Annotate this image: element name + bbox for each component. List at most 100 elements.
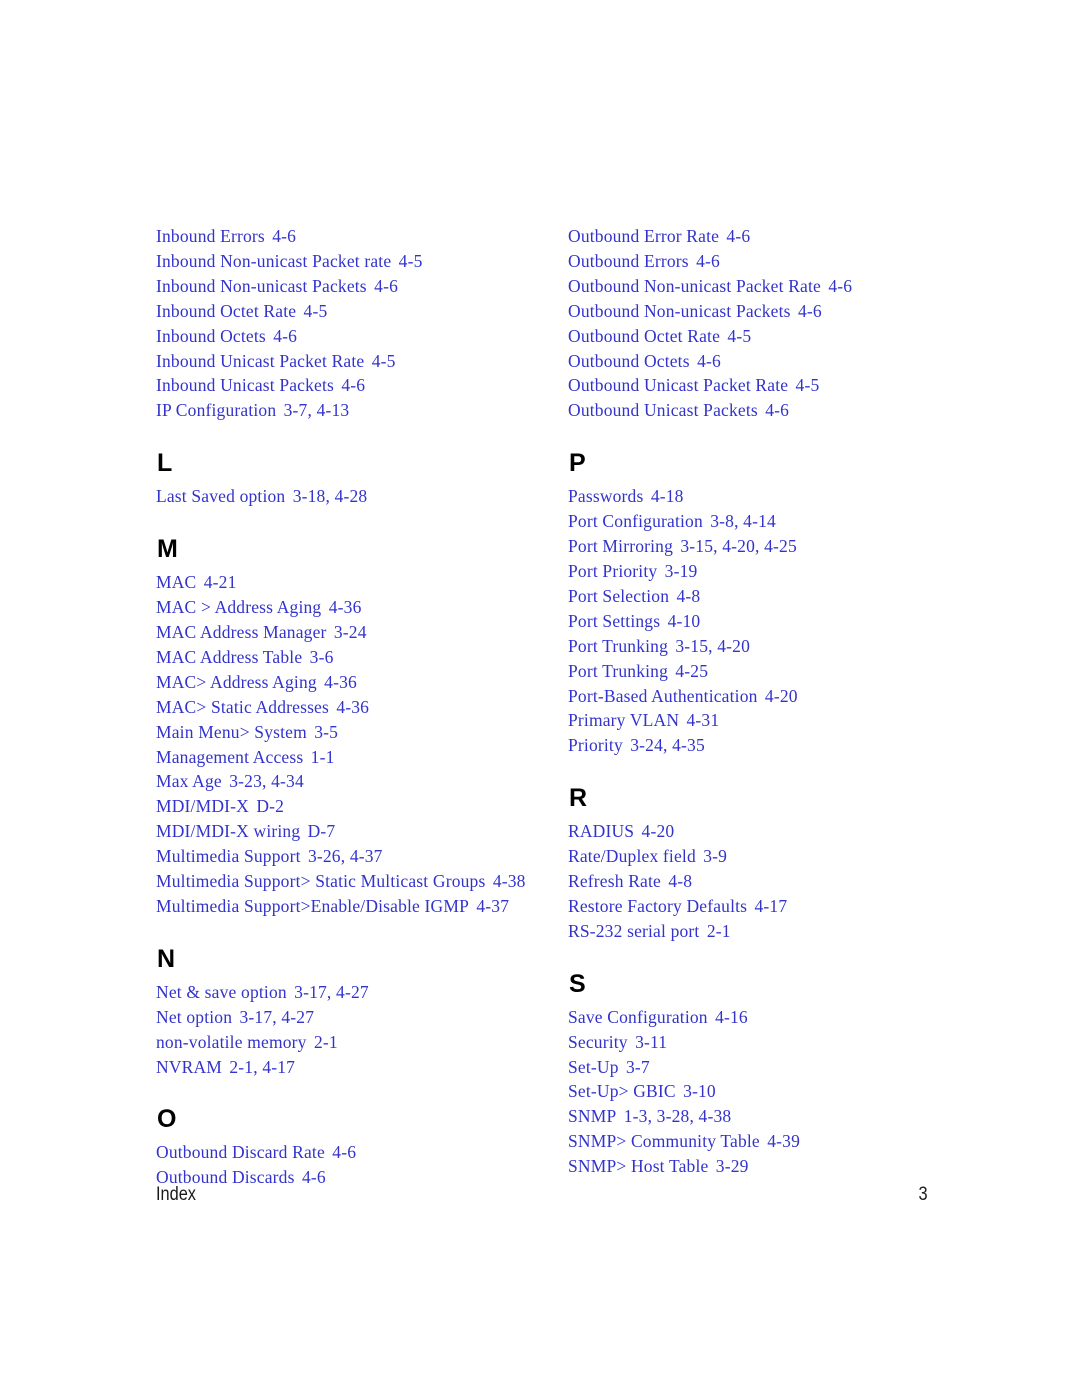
index-entry-locator: 4-6 xyxy=(374,275,398,296)
index-entry-locator: 4-8 xyxy=(668,871,693,892)
index-entry[interactable]: RS-232 serial port 2-1 xyxy=(568,919,958,944)
index-entry-term: Port Trunking xyxy=(568,660,669,681)
index-entry-term: Inbound Errors xyxy=(156,226,265,246)
index-entry[interactable]: Port-Based Authentication 4-20 xyxy=(568,684,958,709)
index-entry[interactable]: Port Trunking 4-25 xyxy=(568,659,958,684)
index-entry-term: MDI/MDI-X wiring xyxy=(156,821,301,842)
index-entry[interactable]: Inbound Non-unicast Packet rate 4-5 xyxy=(156,249,546,274)
index-entry[interactable]: MAC 4-21 xyxy=(156,570,546,595)
index-entry[interactable]: Inbound Octet Rate 4-5 xyxy=(156,299,546,324)
index-entry-locator: 3-23, 4-34 xyxy=(229,771,304,792)
index-entry[interactable]: IP Configuration 3-7, 4-13 xyxy=(156,398,546,423)
index-entry-list: Inbound Errors 4-6 Inbound Non-unicast Pac… xyxy=(156,224,546,423)
index-entry[interactable]: Restore Factory Defaults 4-17 xyxy=(568,894,958,919)
index-entry[interactable]: Passwords 4-18 xyxy=(568,484,958,509)
index-entry[interactable]: Outbound Non-unicast Packet Rate 4-6 xyxy=(568,274,958,299)
index-entry[interactable]: Outbound Unicast Packet Rate 4-5 xyxy=(568,373,958,398)
index-entry[interactable]: MDI/MDI-X wiring D-7 xyxy=(156,819,546,844)
index-entry[interactable]: Refresh Rate 4-8 xyxy=(568,869,958,894)
index-entry[interactable]: Multimedia Support>Enable/Disable IGMP 4-… xyxy=(156,894,546,919)
index-entry[interactable]: Security 3-11 xyxy=(568,1030,958,1055)
index-entry[interactable]: Inbound Unicast Packet Rate 4-5 xyxy=(156,349,546,374)
index-entry-term: Outbound Unicast Packet Rate xyxy=(568,375,789,396)
index-column-left: Inbound Errors 4-6 Inbound Non-unicast Pac… xyxy=(156,224,546,1190)
index-entry[interactable]: Inbound Non-unicast Packets 4-6 xyxy=(156,274,546,299)
index-entry-term: Inbound Unicast Packet Rate xyxy=(156,350,365,371)
index-entry[interactable]: SNMP> Host Table 3-29 xyxy=(568,1154,958,1179)
index-section-continued: Inbound Errors 4-6 Inbound Non-unicast Pac… xyxy=(156,224,546,423)
index-entry-term: Net option xyxy=(156,1006,233,1027)
index-entry[interactable]: NVRAM 2-1, 4-17 xyxy=(156,1055,546,1080)
index-entry-locator: 3-7, 4-13 xyxy=(283,400,350,421)
index-entry[interactable]: SNMP> Community Table 4-39 xyxy=(568,1129,958,1154)
index-entry-locator: 4-5 xyxy=(303,300,328,321)
index-entry[interactable]: MAC> Static Addresses 4-36 xyxy=(156,695,546,720)
index-entry[interactable]: Multimedia Support> Static Multicast Gro… xyxy=(156,869,546,894)
index-entry-locator: 4-5 xyxy=(371,350,396,371)
index-entry-locator: 3-26, 4-37 xyxy=(307,846,383,867)
index-entry[interactable]: Port Trunking 3-15, 4-20 xyxy=(568,634,958,659)
index-entry-term: MAC Address Table xyxy=(156,646,303,667)
index-entry[interactable]: Outbound Octet Rate 4-5 xyxy=(568,324,958,349)
index-entry[interactable]: Outbound Errors 4-6 xyxy=(568,249,958,274)
index-entry[interactable]: Net option 3-17, 4-27 xyxy=(156,1005,546,1030)
index-entry-locator: 3-9 xyxy=(703,846,728,867)
index-entry-term: RS-232 serial port xyxy=(568,920,700,941)
index-entry-term: Inbound Octet Rate xyxy=(156,300,297,321)
index-entry[interactable]: Inbound Unicast Packets 4-6 xyxy=(156,373,546,398)
index-entry-term: Passwords xyxy=(568,486,644,507)
index-entry[interactable]: Rate/Duplex field 3-9 xyxy=(568,844,958,869)
index-entry[interactable]: Port Settings 4-10 xyxy=(568,609,958,634)
index-entry[interactable]: Port Mirroring 3-15, 4-20, 4-25 xyxy=(568,534,958,559)
index-entry-list: Last Saved option 3-18, 4-28 xyxy=(156,484,546,509)
index-entry[interactable]: Outbound Discard Rate 4-6 xyxy=(156,1140,546,1165)
index-entry[interactable]: Outbound Unicast Packets 4-6 xyxy=(568,398,958,423)
index-entry[interactable]: SNMP 1-3, 3-28, 4-38 xyxy=(568,1104,958,1129)
index-entry-locator: 2-1 xyxy=(706,920,731,941)
index-entry[interactable]: Management Access 1-1 xyxy=(156,745,546,770)
index-entry[interactable]: Port Priority 3-19 xyxy=(568,559,958,584)
index-entry-locator: 3-11 xyxy=(635,1031,668,1052)
index-entry[interactable]: Primary VLAN 4-31 xyxy=(568,708,958,733)
index-entry[interactable]: Set-Up 3-7 xyxy=(568,1055,958,1080)
index-entry[interactable]: Save Configuration 4-16 xyxy=(568,1005,958,1030)
index-section-n: N Net & save option 3-17, 4-27 Net option 3-… xyxy=(156,945,546,1080)
index-entry-term: Port Settings xyxy=(568,610,661,631)
index-entry[interactable]: Net & save option 3-17, 4-27 xyxy=(156,980,546,1005)
index-entry[interactable]: Multimedia Support 3-26, 4-37 xyxy=(156,844,546,869)
index-entry[interactable]: MAC Address Table 3-6 xyxy=(156,645,546,670)
index-entry[interactable]: Priority 3-24, 4-35 xyxy=(568,733,958,758)
index-entry[interactable]: Outbound Error Rate 4-6 xyxy=(568,224,958,249)
index-entry[interactable]: MAC Address Manager 3-24 xyxy=(156,620,546,645)
index-entry[interactable]: Main Menu> System 3-5 xyxy=(156,720,546,745)
index-entry[interactable]: Outbound Octets 4-6 xyxy=(568,349,958,374)
index-entry-locator: 4-5 xyxy=(727,325,752,346)
index-entry-term: Main Menu> System xyxy=(156,721,307,742)
index-entry-locator: 4-6 xyxy=(272,226,297,246)
index-entry[interactable]: MDI/MDI-X D-2 xyxy=(156,794,546,819)
index-entry-term: Multimedia Support>Enable/Disable IGMP xyxy=(156,895,470,916)
index-entry[interactable]: MAC > Address Aging 4-36 xyxy=(156,595,546,620)
index-entry-locator: 3-6 xyxy=(309,646,334,667)
index-entry[interactable]: Last Saved option 3-18, 4-28 xyxy=(156,484,546,509)
index-entry-locator: 4-6 xyxy=(273,325,298,346)
section-letter: L xyxy=(157,449,173,478)
index-entry[interactable]: Port Configuration 3-8, 4-14 xyxy=(568,509,958,534)
index-entry-locator: 4-6 xyxy=(798,300,822,321)
index-entry[interactable]: Set-Up> GBIC 3-10 xyxy=(568,1079,958,1104)
index-section-r: R RADIUS 4-20 Rate/Duplex field 3-9 Refresh R… xyxy=(568,784,958,944)
index-entry-term: Refresh Rate xyxy=(568,871,661,892)
index-entry[interactable]: MAC> Address Aging 4-36 xyxy=(156,670,546,695)
index-entry[interactable]: non-volatile memory 2-1 xyxy=(156,1030,546,1055)
index-entry[interactable]: RADIUS 4-20 xyxy=(568,819,958,844)
index-entry[interactable]: Max Age 3-23, 4-34 xyxy=(156,769,546,794)
index-entry-term: Inbound Non-unicast Packets xyxy=(156,275,367,296)
index-entry-term: Inbound Unicast Packets xyxy=(156,375,335,396)
index-entry[interactable]: Inbound Octets 4-6 xyxy=(156,324,546,349)
index-entry-term: SNMP> Community Table xyxy=(568,1131,760,1152)
index-entry-locator: 3-5 xyxy=(314,721,339,742)
index-entry[interactable]: Inbound Errors 4-6 xyxy=(156,224,546,249)
index-entry-locator: 3-24, 4-35 xyxy=(630,735,705,756)
index-entry[interactable]: Port Selection 4-8 xyxy=(568,584,958,609)
index-entry[interactable]: Outbound Non-unicast Packets 4-6 xyxy=(568,299,958,324)
